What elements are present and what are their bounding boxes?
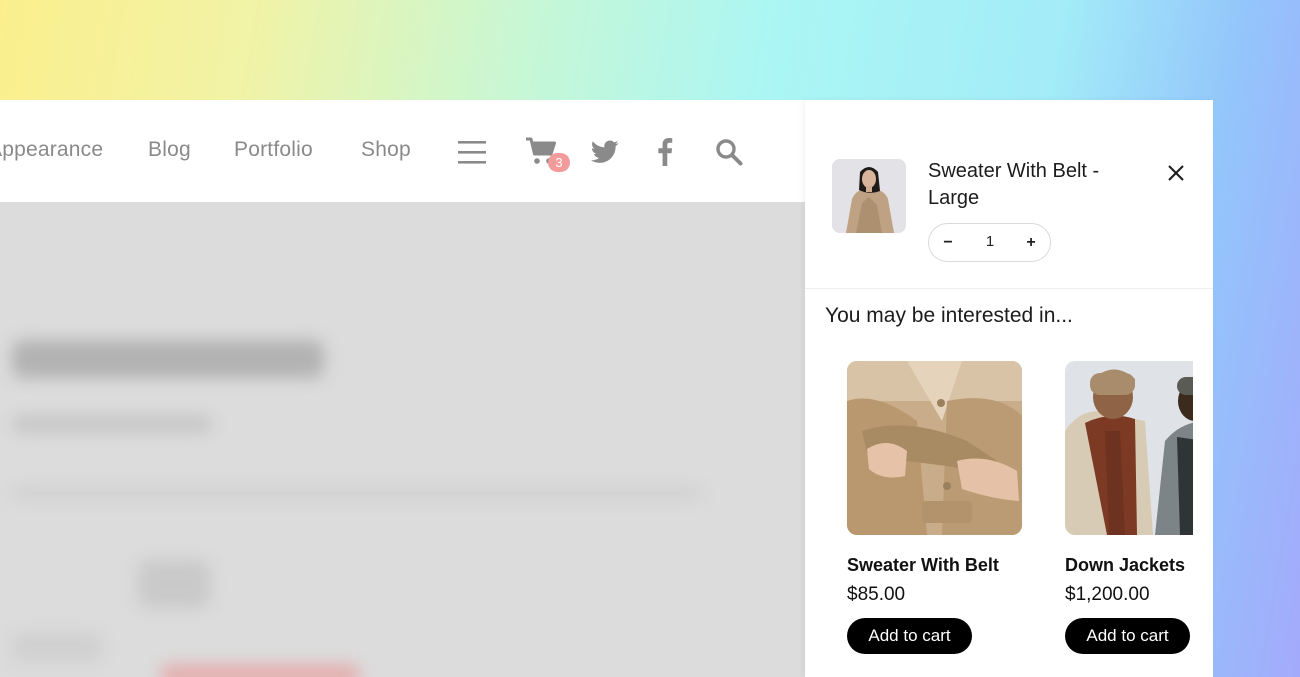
- close-icon[interactable]: [1165, 162, 1187, 184]
- divider: [805, 288, 1213, 289]
- add-to-cart-button[interactable]: Add to cart: [847, 618, 972, 654]
- blurred-image: [138, 560, 210, 608]
- nav-link-shop[interactable]: Shop: [361, 138, 411, 162]
- blurred-page-content: [0, 202, 805, 677]
- nav-link-blog[interactable]: Blog: [148, 138, 191, 162]
- twitter-icon[interactable]: [591, 140, 619, 169]
- quantity-stepper: − 1 +: [928, 223, 1051, 262]
- increment-button[interactable]: +: [1019, 231, 1043, 255]
- blurred-text: [12, 487, 702, 499]
- facebook-icon[interactable]: [657, 138, 673, 171]
- website-background: Appearance Blog Portfolio Shop 3: [0, 100, 805, 677]
- blurred-text: [12, 416, 212, 432]
- product-image-sweater[interactable]: [847, 361, 1022, 535]
- menu-icon[interactable]: [457, 138, 487, 171]
- cart-item-title[interactable]: Sweater With Belt - Large: [928, 158, 1143, 212]
- nav-link-appearance[interactable]: Appearance: [0, 138, 103, 162]
- product-price: $1,200.00: [1065, 584, 1150, 605]
- product-image-down-jackets[interactable]: [1065, 361, 1193, 535]
- product-name[interactable]: Sweater With Belt: [847, 555, 999, 576]
- add-to-cart-button[interactable]: Add to cart: [1065, 618, 1190, 654]
- blurred-button: [160, 664, 360, 677]
- product-name[interactable]: Down Jackets: [1065, 555, 1185, 576]
- cart-count-badge: 3: [548, 153, 570, 172]
- recommendations-title: You may be interested in...: [825, 304, 1073, 327]
- blurred-heading: [12, 340, 324, 378]
- cart-item-thumbnail: [832, 159, 906, 233]
- product-price: $85.00: [847, 584, 906, 605]
- site-navigation: Appearance Blog Portfolio Shop 3: [0, 100, 805, 202]
- blurred-block: [12, 632, 102, 662]
- recommendations-carousel[interactable]: Sweater With Belt $85.00 Add to cart Dow…: [805, 361, 1193, 677]
- decrement-button[interactable]: −: [936, 231, 960, 255]
- search-icon[interactable]: [715, 138, 743, 171]
- nav-link-portfolio[interactable]: Portfolio: [234, 138, 313, 162]
- quantity-value[interactable]: 1: [977, 233, 1003, 250]
- side-cart-panel: Sweater With Belt - Large − 1 + You may …: [805, 100, 1213, 677]
